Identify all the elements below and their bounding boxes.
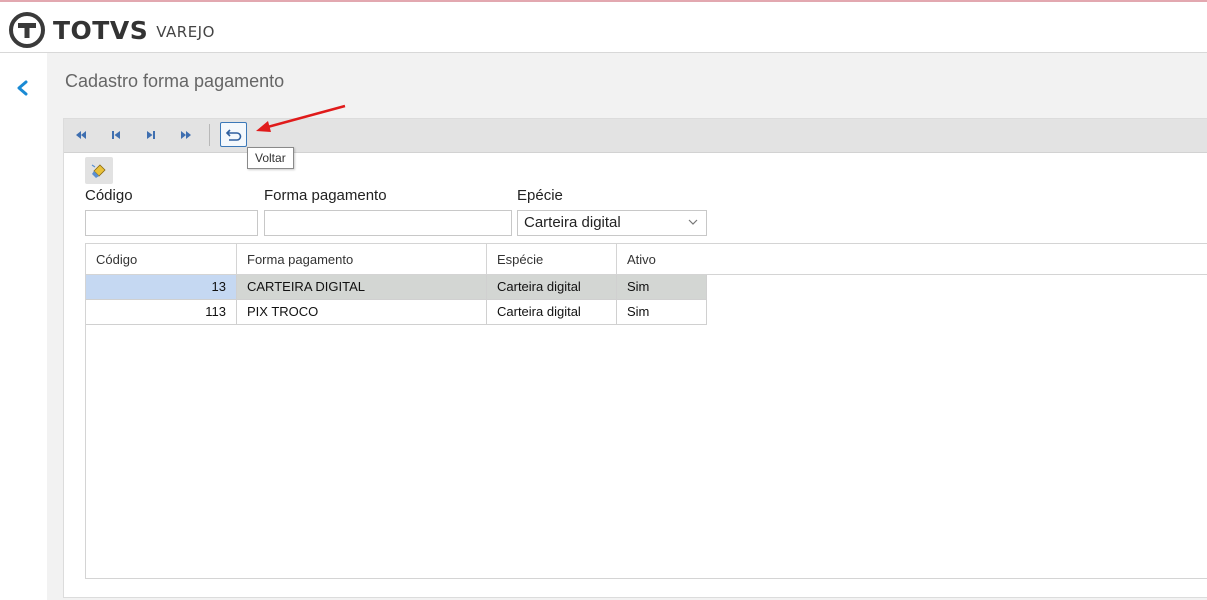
column-header-ativo[interactable]: Ativo (617, 244, 1207, 275)
cell-codigo: 113 (86, 300, 237, 325)
form-panel: Voltar Código Forma pagamento Epécie Car… (63, 118, 1207, 598)
next-record-icon[interactable] (143, 127, 159, 143)
forma-pagamento-label: Forma pagamento (264, 187, 387, 204)
cell-forma-pagamento: PIX TROCO (237, 300, 487, 325)
brand-name: TOTVS (53, 15, 149, 45)
main-content: Cadastro forma pagamento Voltar Código F… (47, 53, 1207, 600)
results-grid: Código Forma pagamento Espécie Ativo 13 … (85, 243, 1207, 579)
codigo-label: Código (85, 187, 133, 204)
cell-ativo: Sim (617, 300, 707, 325)
especie-select-value: Carteira digital (524, 214, 621, 231)
chevron-left-icon[interactable] (14, 79, 32, 97)
record-toolbar (64, 119, 1207, 153)
codigo-input[interactable] (85, 210, 258, 236)
page-title: Cadastro forma pagamento (65, 71, 285, 91)
column-header-especie[interactable]: Espécie (487, 244, 617, 275)
undo-arrow-icon (225, 128, 241, 141)
especie-label: Epécie (517, 187, 563, 204)
column-header-codigo[interactable]: Código (86, 244, 237, 275)
last-record-icon[interactable] (178, 127, 194, 143)
cell-especie: Carteira digital (487, 300, 617, 325)
column-header-forma-pagamento[interactable]: Forma pagamento (237, 244, 487, 275)
especie-select[interactable]: Carteira digital (517, 210, 707, 236)
previous-record-icon[interactable] (108, 127, 124, 143)
left-sidebar (0, 53, 47, 600)
table-row[interactable]: 13 CARTEIRA DIGITAL Carteira digital Sim (86, 275, 707, 300)
table-row[interactable]: 113 PIX TROCO Carteira digital Sim (86, 300, 707, 325)
totvs-logo[interactable]: TOTVS VAREJO (9, 12, 215, 48)
cell-especie: Carteira digital (487, 275, 617, 300)
totvs-logo-icon (9, 12, 45, 48)
brand-product: VAREJO (156, 23, 215, 41)
clear-filters-button[interactable] (85, 157, 113, 184)
toolbar-separator (209, 124, 210, 146)
cell-ativo: Sim (617, 275, 707, 300)
first-record-icon[interactable] (73, 127, 89, 143)
forma-pagamento-input[interactable] (264, 210, 512, 236)
cell-forma-pagamento: CARTEIRA DIGITAL (237, 275, 487, 300)
chevron-down-icon (688, 219, 698, 225)
back-button[interactable] (220, 122, 247, 147)
app-header: TOTVS VAREJO (0, 2, 1207, 53)
back-tooltip: Voltar (247, 147, 294, 169)
brush-icon (91, 163, 106, 178)
cell-codigo: 13 (86, 275, 237, 300)
